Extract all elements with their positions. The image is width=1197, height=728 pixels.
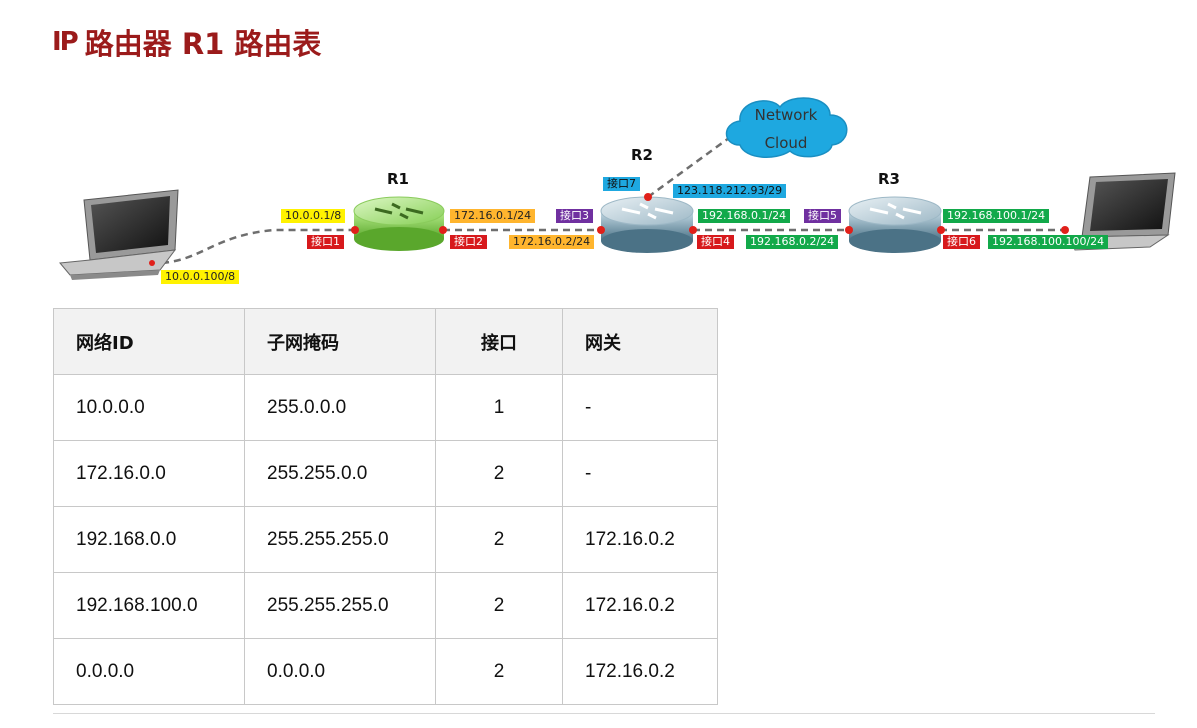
cloud-label-line1: Network xyxy=(754,106,818,124)
port-dot-if4 xyxy=(689,226,697,234)
cloud-label: Network Cloud xyxy=(731,101,841,157)
col-header-subnet-mask: 子网掩码 xyxy=(244,308,436,375)
r1-if1-label: 接口1 xyxy=(307,235,344,249)
cell-interface: 2 xyxy=(435,440,563,507)
r3-if5-ip-label: 192.168.0.2/24 xyxy=(746,235,839,249)
cell-gateway: - xyxy=(562,374,718,441)
table-row: 192.168.100.0 255.255.255.0 2 172.16.0.2 xyxy=(53,572,718,639)
cell-gateway: 172.16.0.2 xyxy=(562,572,718,639)
table-row: 172.16.0.0 255.255.0.0 2 - xyxy=(53,440,718,507)
router-r1-icon xyxy=(353,196,445,251)
r2-if7-ip-label: 123.118.212.93/29 xyxy=(673,184,787,198)
laptop-left-icon xyxy=(59,189,179,280)
cell-interface: 2 xyxy=(435,638,563,705)
table-row: 0.0.0.0 0.0.0.0 2 172.16.0.2 xyxy=(53,638,718,705)
r2-if4-label: 接口4 xyxy=(697,235,734,249)
cell-network-id: 192.168.100.0 xyxy=(53,572,245,639)
page-title: IP 路由器 R1 路由表 xyxy=(52,22,321,62)
r1-if2-ip-label: 172.16.0.1/24 xyxy=(450,209,536,223)
col-header-network-id: 网络ID xyxy=(53,308,245,375)
routing-table: 网络ID 子网掩码 接口 网关 10.0.0.0 255.0.0.0 1 - 1… xyxy=(53,308,718,705)
router-r1-name: R1 xyxy=(387,170,409,188)
router-r3-name: R3 xyxy=(878,170,900,188)
pc-right-ip-label: 192.168.100.100/24 xyxy=(988,235,1109,249)
cell-network-id: 192.168.0.0 xyxy=(53,506,245,573)
port-dot-if2 xyxy=(439,226,447,234)
router-r3-icon xyxy=(848,196,942,253)
cell-network-id: 10.0.0.0 xyxy=(53,374,245,441)
port-dot-if3 xyxy=(597,226,605,234)
r2-if4-ip-label: 192.168.0.1/24 xyxy=(698,209,791,223)
cell-subnet-mask: 255.255.0.0 xyxy=(244,440,436,507)
table-row: 10.0.0.0 255.0.0.0 1 - xyxy=(53,374,718,441)
r3-if6-label: 接口6 xyxy=(943,235,980,249)
title-text: 路由器 R1 路由表 xyxy=(84,27,322,61)
port-dot-if1 xyxy=(351,226,359,234)
cell-gateway: 172.16.0.2 xyxy=(562,506,718,573)
cell-subnet-mask: 0.0.0.0 xyxy=(244,638,436,705)
port-dot-pc-left xyxy=(149,260,155,266)
cell-network-id: 0.0.0.0 xyxy=(53,638,245,705)
r3-if5-label: 接口5 xyxy=(804,209,841,223)
cell-subnet-mask: 255.255.255.0 xyxy=(244,572,436,639)
col-header-interface: 接口 xyxy=(435,308,563,375)
r1-if2-label: 接口2 xyxy=(450,235,487,249)
cell-gateway: - xyxy=(562,440,718,507)
port-dot-if6 xyxy=(937,226,945,234)
port-dot-pc-right xyxy=(1061,226,1069,234)
port-dot-if5 xyxy=(845,226,853,234)
cell-interface: 2 xyxy=(435,572,563,639)
cell-interface: 2 xyxy=(435,506,563,573)
router-r2-name: R2 xyxy=(631,146,653,164)
r1-if1-ip-label: 10.0.0.1/8 xyxy=(281,209,346,223)
port-dot-if7 xyxy=(644,193,652,201)
network-diagram: Network Cloud R1 R2 R3 10.0.0.100/8 10.0… xyxy=(0,85,1197,300)
r3-if6-ip-label: 192.168.100.1/24 xyxy=(943,209,1050,223)
ip-logo-icon: IP xyxy=(52,27,79,57)
col-header-gateway: 网关 xyxy=(562,308,718,375)
r2-if7-label: 接口7 xyxy=(603,177,640,191)
cell-network-id: 172.16.0.0 xyxy=(53,440,245,507)
cell-gateway: 172.16.0.2 xyxy=(562,638,718,705)
table-header-row: 网络ID 子网掩码 接口 网关 xyxy=(53,308,718,375)
diagram-canvas xyxy=(59,97,1176,280)
r2-if3-label: 接口3 xyxy=(556,209,593,223)
divider xyxy=(53,713,1155,714)
cloud-label-line2: Cloud xyxy=(764,134,808,152)
router-r2-icon xyxy=(600,196,694,253)
cell-interface: 1 xyxy=(435,374,563,441)
cell-subnet-mask: 255.0.0.0 xyxy=(244,374,436,441)
r2-if3-ip-label: 172.16.0.2/24 xyxy=(509,235,595,249)
pc-left-ip-label: 10.0.0.100/8 xyxy=(161,270,240,284)
table-row: 192.168.0.0 255.255.255.0 2 172.16.0.2 xyxy=(53,506,718,573)
cell-subnet-mask: 255.255.255.0 xyxy=(244,506,436,573)
